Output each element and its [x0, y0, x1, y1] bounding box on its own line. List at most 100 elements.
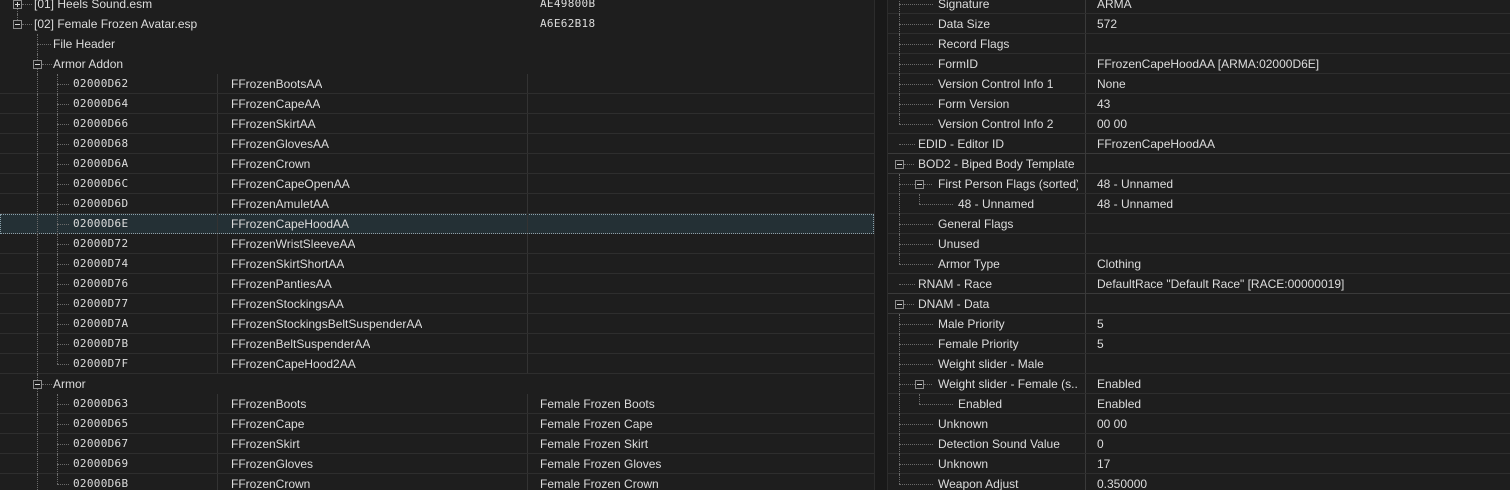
- record-field-row[interactable]: Unknown 00 00: [888, 414, 1510, 434]
- collapse-toggle-icon[interactable]: [13, 20, 22, 29]
- collapse-toggle-icon[interactable]: [33, 380, 42, 389]
- tree-guide-line: [899, 284, 915, 285]
- record-row[interactable]: 02000D63 FFrozenBoots Female Frozen Boots: [0, 394, 874, 414]
- field-value[interactable]: Enabled: [1097, 394, 1506, 414]
- record-field-row[interactable]: Weight slider - Male: [888, 354, 1510, 374]
- tree-guide-line: [37, 294, 38, 314]
- record-row[interactable]: 02000D6A FFrozenCrown: [0, 154, 874, 174]
- record-field-row[interactable]: Weapon Adjust 0.350000: [888, 474, 1510, 490]
- field-value[interactable]: 17: [1097, 454, 1506, 474]
- record-row[interactable]: 02000D6B FFrozenCrown Female Frozen Crown: [0, 474, 874, 490]
- record-field-row[interactable]: General Flags: [888, 214, 1510, 234]
- field-value[interactable]: 5: [1097, 334, 1506, 354]
- field-value[interactable]: [1097, 294, 1506, 314]
- field-value[interactable]: DefaultRace "Default Race" [RACE:0000001…: [1097, 274, 1506, 294]
- record-field-row[interactable]: First Person Flags (sorted) 48 - Unnamed: [888, 174, 1510, 194]
- field-value[interactable]: FFrozenCapeHoodAA: [1097, 134, 1506, 154]
- record-field-row[interactable]: BOD2 - Biped Body Template: [888, 154, 1510, 174]
- group-armor-addon[interactable]: Armor Addon: [0, 54, 874, 74]
- record-row[interactable]: 02000D64 FFrozenCapeAA: [0, 94, 874, 114]
- record-row[interactable]: 02000D7F FFrozenCapeHood2AA: [0, 354, 874, 374]
- record-field-row[interactable]: Version Control Info 2 00 00: [888, 114, 1510, 134]
- group-armor[interactable]: Armor: [0, 374, 874, 394]
- field-value[interactable]: [1097, 154, 1506, 174]
- field-value[interactable]: 43: [1097, 94, 1506, 114]
- record-row[interactable]: 02000D74 FFrozenSkirtShortAA: [0, 254, 874, 274]
- record-row-selected[interactable]: 02000D6E FFrozenCapeHoodAA: [0, 214, 874, 234]
- column-divider: [217, 454, 218, 473]
- tree-guide-line: [37, 334, 38, 354]
- record-field-row[interactable]: Record Flags: [888, 34, 1510, 54]
- record-field-row[interactable]: Armor Type Clothing: [888, 254, 1510, 274]
- record-field-row[interactable]: 48 - Unnamed 48 - Unnamed: [888, 194, 1510, 214]
- field-value[interactable]: 00 00: [1097, 414, 1506, 434]
- field-value[interactable]: 48 - Unnamed: [1097, 194, 1506, 214]
- field-value[interactable]: None: [1097, 74, 1506, 94]
- record-field-row[interactable]: Enabled Enabled: [888, 394, 1510, 414]
- tree-guide-line: [899, 324, 933, 325]
- file-header-row[interactable]: File Header: [0, 34, 874, 54]
- record-field-row[interactable]: Female Priority 5: [888, 334, 1510, 354]
- record-row[interactable]: 02000D72 FFrozenWristSleeveAA: [0, 234, 874, 254]
- record-field-row[interactable]: Male Priority 5: [888, 314, 1510, 334]
- record-field-row[interactable]: EDID - Editor ID FFrozenCapeHoodAA: [888, 134, 1510, 154]
- collapse-toggle-icon[interactable]: [915, 380, 924, 389]
- field-value[interactable]: ARMA: [1097, 0, 1506, 14]
- record-field-row[interactable]: Unused: [888, 234, 1510, 254]
- plugin-row[interactable]: [02] Female Frozen Avatar.esp A6E62B18: [0, 14, 874, 34]
- field-value[interactable]: Clothing: [1097, 254, 1506, 274]
- record-field-row[interactable]: RNAM - Race DefaultRace "Default Race" [R…: [888, 274, 1510, 294]
- field-value[interactable]: 572: [1097, 14, 1506, 34]
- record-row[interactable]: 02000D6C FFrozenCapeOpenAA: [0, 174, 874, 194]
- field-value[interactable]: [1097, 214, 1506, 234]
- field-value[interactable]: 5: [1097, 314, 1506, 334]
- record-field-row[interactable]: Version Control Info 1 None: [888, 74, 1510, 94]
- record-row[interactable]: 02000D69 FFrozenGloves Female Frozen Glove…: [0, 454, 874, 474]
- record-row[interactable]: 02000D7A FFrozenStockingsBeltSuspenderAA: [0, 314, 874, 334]
- plugin-name: [02] Female Frozen Avatar.esp: [34, 17, 198, 31]
- record-row[interactable]: 02000D66 FFrozenSkirtAA: [0, 114, 874, 134]
- field-value[interactable]: 0.350000: [1097, 474, 1506, 490]
- record-tree-pane[interactable]: [01] Heels Sound.esm AE49800B [02] Female …: [0, 0, 874, 490]
- record-field-row[interactable]: FormID FFrozenCapeHoodAA [ARMA:02000D6E]: [888, 54, 1510, 74]
- record-row[interactable]: 02000D67 FFrozenSkirt Female Frozen Skirt: [0, 434, 874, 454]
- record-field-row[interactable]: DNAM - Data: [888, 294, 1510, 314]
- form-id: 02000D68: [73, 137, 129, 150]
- tree-guide-line: [57, 484, 69, 485]
- field-value[interactable]: [1097, 354, 1506, 374]
- tree-guide-line: [904, 164, 914, 165]
- column-divider: [1085, 114, 1086, 133]
- record-field-row[interactable]: Data Size 572: [888, 14, 1510, 34]
- collapse-toggle-icon[interactable]: [33, 60, 42, 69]
- editor-id: FFrozenGlovesAA: [231, 137, 330, 151]
- collapse-toggle-icon[interactable]: [895, 160, 904, 169]
- pane-splitter[interactable]: [874, 0, 888, 490]
- record-row[interactable]: 02000D6D FFrozenAmuletAA: [0, 194, 874, 214]
- column-divider: [527, 214, 528, 233]
- field-value[interactable]: 48 - Unnamed: [1097, 174, 1506, 194]
- record-row[interactable]: 02000D65 FFrozenCape Female Frozen Cape: [0, 414, 874, 434]
- record-row[interactable]: 02000D62 FFrozenBootsAA: [0, 74, 874, 94]
- field-value[interactable]: [1097, 34, 1506, 54]
- field-value[interactable]: 00 00: [1097, 114, 1506, 134]
- field-value[interactable]: 0: [1097, 434, 1506, 454]
- field-value[interactable]: Enabled: [1097, 374, 1506, 394]
- record-field-row[interactable]: Unknown 17: [888, 454, 1510, 474]
- collapse-toggle-icon[interactable]: [915, 180, 924, 189]
- collapse-toggle-icon[interactable]: [895, 300, 904, 309]
- record-row[interactable]: 02000D68 FFrozenGlovesAA: [0, 134, 874, 154]
- record-view-pane[interactable]: Signature ARMA Data Size 572 Record Flags For…: [888, 0, 1510, 490]
- field-label: BOD2 - Biped Body Template: [918, 157, 1075, 171]
- record-field-row[interactable]: Weight slider - Female (s... Enabled: [888, 374, 1510, 394]
- record-row[interactable]: 02000D7B FFrozenBeltSuspenderAA: [0, 334, 874, 354]
- plugin-row[interactable]: [01] Heels Sound.esm AE49800B: [0, 0, 874, 14]
- record-row[interactable]: 02000D77 FFrozenStockingsAA: [0, 294, 874, 314]
- field-value[interactable]: [1097, 234, 1506, 254]
- field-label: Weapon Adjust: [938, 477, 1019, 490]
- record-field-row[interactable]: Form Version 43: [888, 94, 1510, 114]
- record-field-row[interactable]: Detection Sound Value 0: [888, 434, 1510, 454]
- record-row[interactable]: 02000D76 FFrozenPantiesAA: [0, 274, 874, 294]
- expand-toggle-icon[interactable]: [13, 0, 22, 9]
- record-field-row[interactable]: Signature ARMA: [888, 0, 1510, 14]
- field-value[interactable]: FFrozenCapeHoodAA [ARMA:02000D6E]: [1097, 54, 1506, 74]
